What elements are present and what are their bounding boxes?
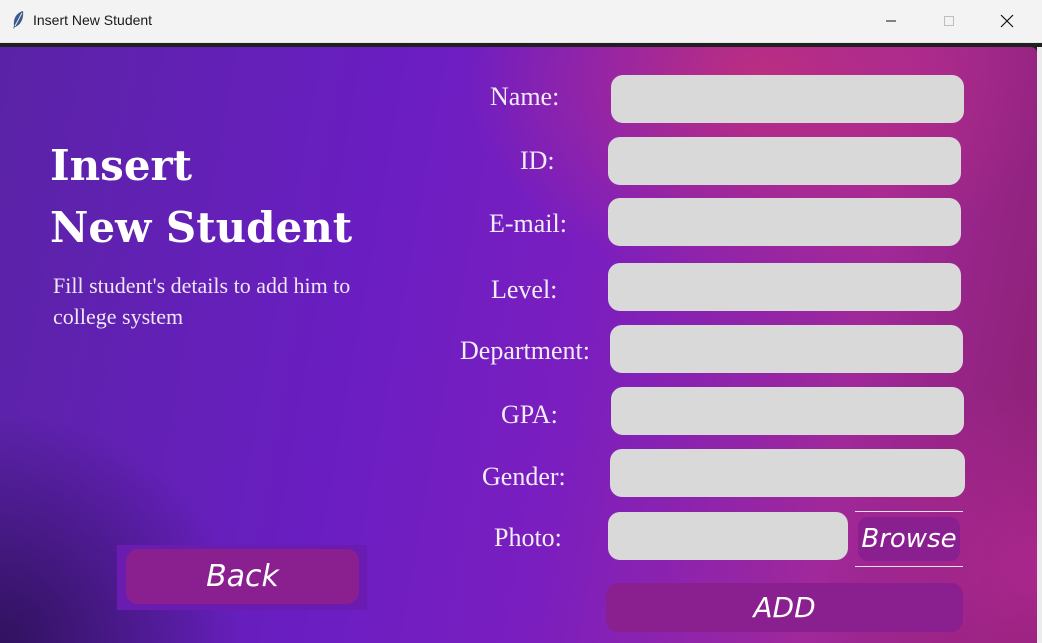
- photo-label: Photo:: [494, 523, 562, 552]
- feather-icon: [10, 10, 26, 30]
- id-label: ID:: [520, 146, 555, 175]
- page-subtitle: Fill student's details to add him to col…: [53, 273, 351, 329]
- minimize-icon: [886, 20, 896, 22]
- level-input[interactable]: [608, 263, 961, 311]
- gender-input[interactable]: [610, 449, 965, 497]
- name-input[interactable]: [611, 75, 964, 123]
- gender-label: Gender:: [482, 462, 566, 491]
- id-input[interactable]: [608, 137, 961, 185]
- window-title: Insert New Student: [33, 12, 153, 28]
- department-input[interactable]: [610, 325, 963, 373]
- back-button[interactable]: Back: [126, 549, 359, 604]
- page-title: Insert New Student: [50, 135, 352, 259]
- email-label: E-mail:: [489, 209, 567, 238]
- maximize-button[interactable]: [920, 0, 978, 42]
- gpa-input[interactable]: [611, 387, 964, 435]
- page-title-line1: Insert: [50, 141, 193, 190]
- photo-path-input[interactable]: [608, 512, 848, 560]
- email-input[interactable]: [608, 198, 961, 246]
- browse-frame: Browse: [855, 511, 963, 567]
- close-button[interactable]: [978, 0, 1036, 42]
- maximize-icon: [944, 16, 954, 26]
- page-title-line2: New Student: [50, 203, 353, 252]
- browse-button[interactable]: Browse: [858, 517, 960, 561]
- add-button[interactable]: ADD: [606, 583, 963, 632]
- title-bar: Insert New Student: [0, 0, 1042, 43]
- level-label: Level:: [491, 275, 558, 304]
- window-edge: [1037, 47, 1042, 643]
- gpa-label: GPA:: [501, 400, 558, 429]
- minimize-button[interactable]: [862, 0, 920, 42]
- close-icon: [1000, 14, 1014, 28]
- name-label: Name:: [490, 82, 560, 111]
- department-label: Department:: [460, 336, 590, 365]
